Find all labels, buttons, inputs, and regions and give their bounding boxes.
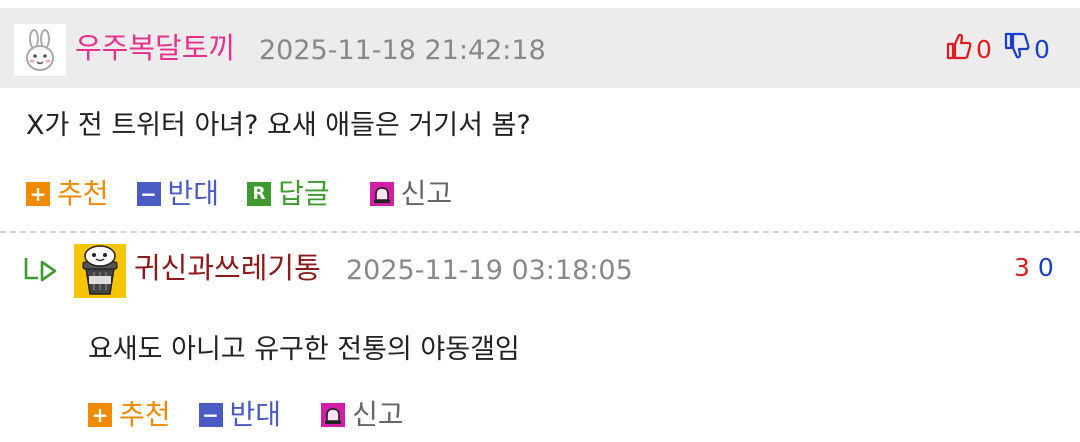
reply-dislike-count[interactable]: 0: [1038, 253, 1054, 282]
reply-vote-counts: 3 0: [1014, 250, 1054, 284]
like-count: 0: [976, 34, 992, 64]
recommend-label: 추천: [57, 177, 109, 210]
reply-author[interactable]: 귀신과쓰레기통: [134, 250, 321, 286]
comment-header: 우주복달토끼 2025-11-18 21:42:18 0 0: [0, 8, 1080, 88]
siren-icon: [369, 182, 394, 206]
reply-oppose-label: 반대: [229, 398, 282, 431]
reply-button[interactable]: R 답글: [247, 177, 330, 211]
reply-oppose-button[interactable]: − 반대: [198, 398, 282, 432]
recommend-button[interactable]: + 추천: [26, 177, 109, 211]
report-label: 신고: [400, 177, 453, 210]
thumbs-up-icon: [946, 32, 972, 66]
dislike-button[interactable]: 0: [1004, 32, 1050, 66]
comment-actions: + 추천 − 반대 R 답글 신고: [26, 177, 480, 211]
plus-icon: +: [26, 182, 50, 206]
like-button[interactable]: 0: [946, 32, 992, 66]
reply-report-label: 신고: [352, 398, 404, 431]
oppose-label: 반대: [167, 177, 220, 210]
reply-arrow-icon: [22, 256, 62, 290]
plus-icon: +: [88, 403, 112, 427]
comment-divider: [0, 231, 1080, 233]
reply-like-count[interactable]: 3: [1014, 253, 1030, 282]
comment-author[interactable]: 우주복달토끼: [75, 30, 235, 66]
reply-text: 요새도 아니고 유구한 전통의 야동갤임: [88, 334, 520, 365]
comment-text: X가 전 트위터 아녀? 요새 애들은 거기서 봄?: [26, 110, 531, 141]
dislike-count: 0: [1034, 34, 1050, 64]
report-button[interactable]: 신고: [369, 177, 453, 211]
reply-actions: + 추천 − 반대 신고: [88, 398, 432, 432]
comment-date: 2025-11-18 21:42:18: [259, 35, 546, 66]
avatar-trash-can-icon[interactable]: [74, 244, 126, 298]
reply-label: 답글: [278, 177, 330, 210]
reply-recommend-button[interactable]: + 추천: [88, 398, 171, 432]
siren-icon: [321, 403, 346, 427]
minus-icon: −: [136, 182, 161, 206]
minus-icon: −: [198, 403, 223, 427]
avatar-rabbit-icon[interactable]: [14, 24, 66, 76]
reply-date: 2025-11-19 03:18:05: [346, 255, 633, 286]
oppose-button[interactable]: − 반대: [136, 177, 220, 211]
thumbs-down-icon: [1004, 32, 1030, 66]
reply-report-button[interactable]: 신고: [321, 398, 404, 432]
reply-recommend-label: 추천: [119, 398, 171, 431]
reply-r-icon: R: [247, 182, 272, 206]
